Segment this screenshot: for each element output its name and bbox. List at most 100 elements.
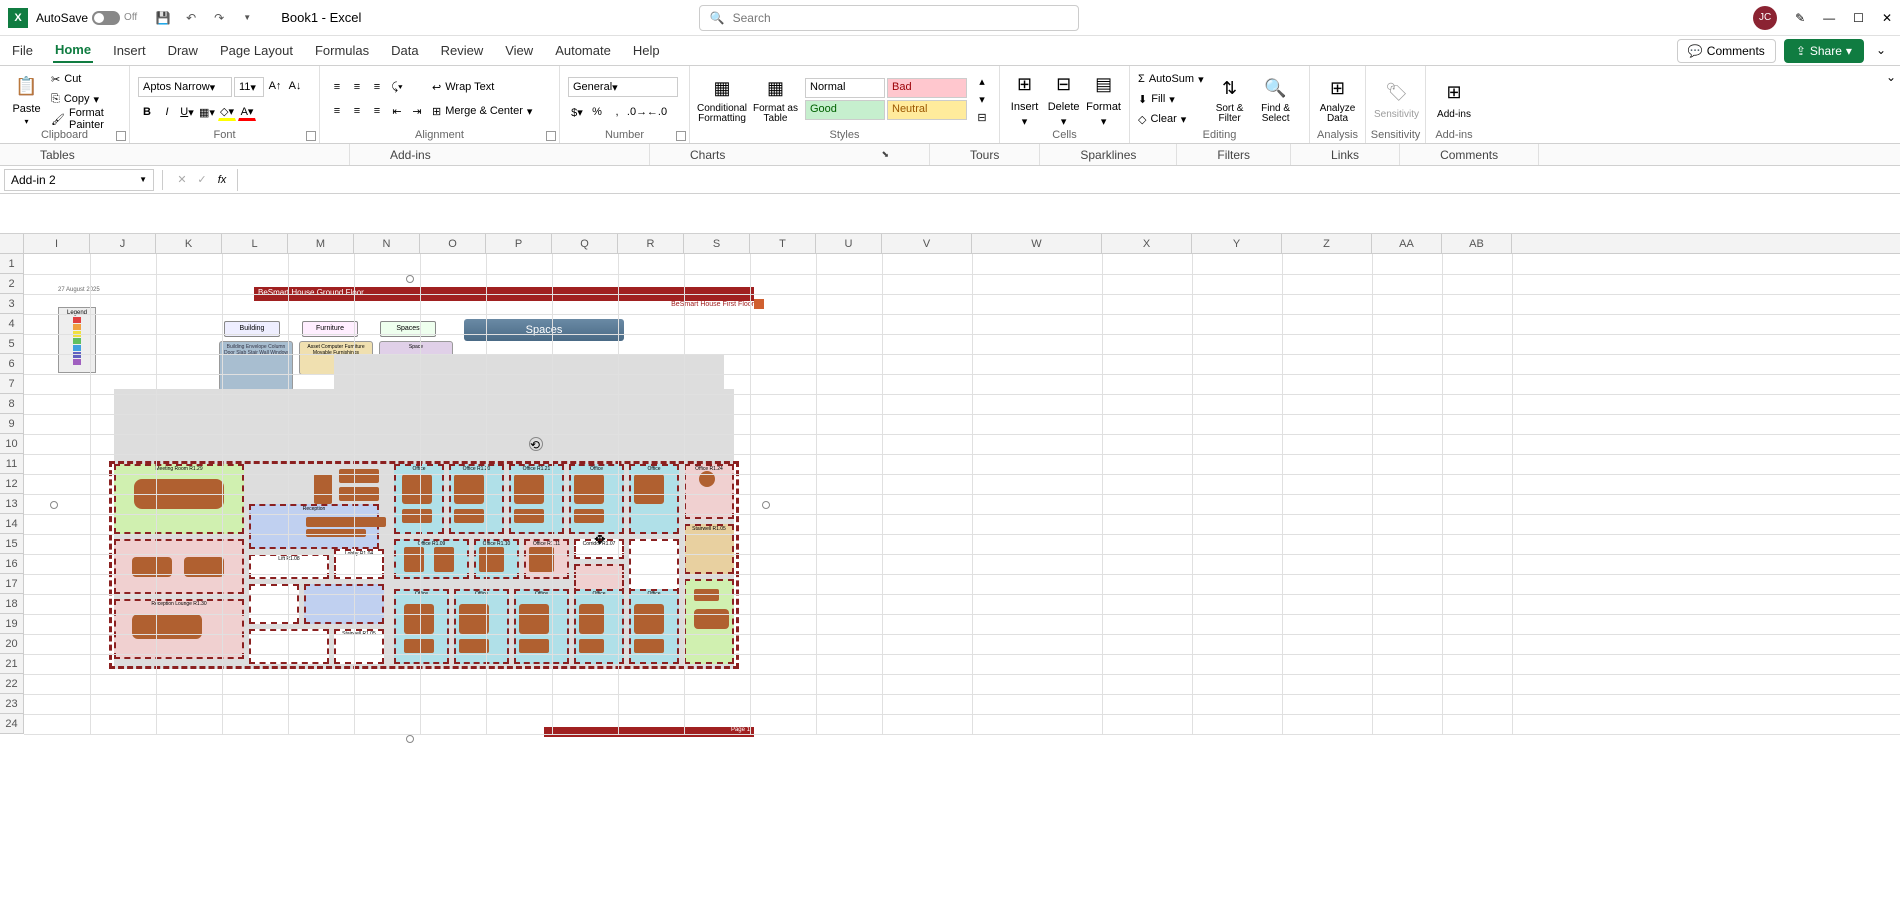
floorplan-furniture[interactable]	[339, 469, 379, 483]
column-header[interactable]: M	[288, 234, 354, 253]
find-select-button[interactable]: 🔍Find & Select	[1256, 70, 1296, 128]
column-header[interactable]: Z	[1282, 234, 1372, 253]
floorplan-furniture[interactable]	[514, 509, 544, 523]
font-color-button[interactable]: A▾	[238, 103, 256, 121]
column-header[interactable]: U	[816, 234, 882, 253]
column-header[interactable]: AB	[1442, 234, 1512, 253]
tab-file[interactable]: File	[10, 39, 35, 62]
name-box[interactable]: Add-in 2▼	[4, 169, 154, 191]
floorplan-furniture[interactable]	[404, 639, 434, 653]
clear-button[interactable]: ◇ Clear ▾	[1138, 110, 1204, 128]
floorplan-furniture[interactable]	[404, 547, 424, 572]
autosave-toggle[interactable]: AutoSave Off	[36, 11, 137, 25]
floorplan-room[interactable]	[629, 539, 679, 594]
column-header[interactable]: V	[882, 234, 972, 253]
floorplan-furniture[interactable]	[634, 639, 664, 653]
cancel-formula-icon[interactable]: ✕	[173, 171, 191, 189]
floorplan-furniture[interactable]	[519, 639, 549, 653]
number-dialog-icon[interactable]	[676, 131, 686, 141]
ribbon2-filters[interactable]: Filters	[1177, 144, 1291, 165]
floorplan-furniture[interactable]	[306, 517, 386, 527]
select-all-corner[interactable]	[0, 234, 24, 253]
format-button[interactable]: ▤Format▾	[1086, 70, 1121, 128]
floorplan-furniture[interactable]	[479, 547, 504, 572]
tab-draw[interactable]: Draw	[166, 39, 200, 62]
column-header[interactable]: K	[156, 234, 222, 253]
floorplan-room[interactable]	[304, 584, 384, 624]
toggle-switch[interactable]	[92, 11, 120, 25]
maximize-icon[interactable]: ☐	[1853, 11, 1864, 25]
format-as-table-button[interactable]: ▦Format as Table	[752, 70, 799, 128]
row-header[interactable]: 9	[0, 414, 24, 434]
tab-view[interactable]: View	[503, 39, 535, 62]
align-top-icon[interactable]: ≡	[328, 78, 346, 96]
floorplan-furniture[interactable]	[402, 509, 432, 523]
selection-handle[interactable]	[406, 735, 414, 743]
autosum-button[interactable]: Σ AutoSum ▾	[1138, 70, 1204, 88]
floorplan-furniture[interactable]	[579, 639, 604, 653]
styles-up-icon[interactable]: ▴	[973, 72, 991, 90]
comma-icon[interactable]: ,	[608, 103, 626, 121]
row-header[interactable]: 3	[0, 294, 24, 314]
floorplan-room[interactable]	[249, 584, 299, 624]
charts-dialog-icon[interactable]: ⬊	[881, 149, 889, 160]
styles-down-icon[interactable]: ▾	[973, 90, 991, 108]
style-neutral[interactable]: Neutral	[887, 100, 967, 120]
row-header[interactable]: 16	[0, 554, 24, 574]
selection-handle[interactable]	[406, 275, 414, 283]
column-header[interactable]: R	[618, 234, 684, 253]
tab-home[interactable]: Home	[53, 38, 93, 63]
column-header[interactable]: S	[684, 234, 750, 253]
number-format-combo[interactable]: General ▾	[568, 77, 678, 97]
close-icon[interactable]: ✕	[1882, 11, 1892, 25]
selection-handle[interactable]	[762, 501, 770, 509]
delete-button[interactable]: ⊟Delete▾	[1047, 70, 1080, 128]
align-left-icon[interactable]: ≡	[328, 102, 346, 120]
building-sub[interactable]: Building Envelope Column Door Slab Stair…	[219, 341, 293, 391]
ribbon2-tours[interactable]: Tours	[930, 144, 1040, 165]
column-header[interactable]: Y	[1192, 234, 1282, 253]
column-header[interactable]: T	[750, 234, 816, 253]
floorplan-furniture[interactable]	[314, 474, 332, 504]
increase-decimal-icon[interactable]: .0→	[628, 103, 646, 121]
share-button[interactable]: ⇪ Share ▾	[1784, 39, 1864, 63]
floorplan-furniture[interactable]	[574, 474, 604, 504]
row-header[interactable]: 7	[0, 374, 24, 394]
floorplan-furniture[interactable]	[574, 509, 604, 523]
undo-icon[interactable]: ↶	[181, 8, 201, 28]
decrease-decimal-icon[interactable]: ←.0	[648, 103, 666, 121]
row-header[interactable]: 19	[0, 614, 24, 634]
fx-icon[interactable]: fx	[213, 171, 231, 189]
clipboard-dialog-icon[interactable]	[116, 131, 126, 141]
column-header[interactable]: X	[1102, 234, 1192, 253]
align-center-icon[interactable]: ≡	[348, 102, 366, 120]
floorplan-furniture[interactable]	[306, 529, 366, 537]
ribbon-collapse-icon[interactable]: ⌄	[1882, 66, 1900, 143]
tab-review[interactable]: Review	[439, 39, 486, 62]
row-header[interactable]: 15	[0, 534, 24, 554]
floorplan-furniture[interactable]	[634, 474, 664, 504]
align-right-icon[interactable]: ≡	[368, 102, 386, 120]
floorplan-link-icon[interactable]	[754, 299, 764, 309]
floorplan-furniture[interactable]	[514, 474, 544, 504]
floorplan-furniture[interactable]	[132, 614, 202, 639]
row-header[interactable]: 2	[0, 274, 24, 294]
spaces-big-button[interactable]: Spaces	[464, 319, 624, 341]
search-input[interactable]: 🔍 Search	[699, 5, 1079, 31]
comments-button[interactable]: 💬 Comments	[1677, 39, 1776, 63]
floorplan-furniture[interactable]	[519, 604, 549, 634]
enter-formula-icon[interactable]: ✓	[193, 171, 211, 189]
sensitivity-button[interactable]: 🏷Sensitivity	[1374, 70, 1419, 128]
floorplan-furniture[interactable]	[434, 547, 454, 572]
column-header[interactable]: L	[222, 234, 288, 253]
row-header[interactable]: 21	[0, 654, 24, 674]
addins-button[interactable]: ⊞Add-ins	[1434, 70, 1474, 128]
row-header[interactable]: 1	[0, 254, 24, 274]
floorplan-furniture[interactable]	[459, 604, 489, 634]
alignment-dialog-icon[interactable]	[546, 131, 556, 141]
align-middle-icon[interactable]: ≡	[348, 78, 366, 96]
column-header[interactable]: I	[24, 234, 90, 253]
floorplan-furniture[interactable]	[404, 604, 434, 634]
chevron-icon[interactable]: ⌄	[1872, 39, 1890, 63]
column-header[interactable]: O	[420, 234, 486, 253]
